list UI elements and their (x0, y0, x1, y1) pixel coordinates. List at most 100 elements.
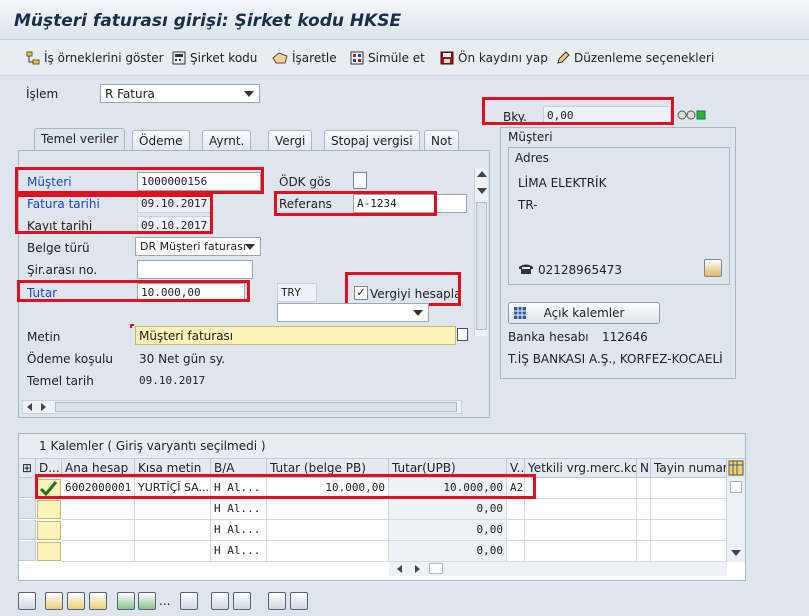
row-selector[interactable] (19, 541, 36, 561)
cell-n[interactable] (637, 541, 651, 562)
cell-ana-hesap[interactable] (62, 499, 135, 520)
cell-yetkili[interactable] (525, 499, 637, 520)
select-block-icon[interactable] (89, 592, 107, 610)
customer-phone: 02128965473 (538, 263, 622, 277)
scroll-left-icon[interactable] (397, 565, 402, 573)
park-button[interactable]: Ön kaydını yap (440, 49, 548, 67)
col-header-yetkili[interactable]: Yetkili vrg.merc.kd (525, 459, 637, 478)
scroll-right-icon[interactable] (41, 403, 46, 411)
detail-icon[interactable] (18, 592, 36, 610)
editing-options-button[interactable]: Düzenleme seçenekleri (556, 49, 714, 67)
col-header-n[interactable]: N (637, 459, 651, 478)
cell-tayin[interactable] (651, 499, 727, 520)
cell-yetkili[interactable] (525, 541, 637, 562)
sort-icon[interactable] (180, 592, 198, 610)
highlight-musteri (15, 167, 264, 194)
paste-icon[interactable] (233, 592, 251, 610)
long-text-icon[interactable] (457, 328, 468, 341)
phone-icon (518, 263, 534, 275)
belge-turu-dropdown[interactable]: DR Müşteri faturası (135, 237, 261, 256)
more-icon[interactable]: ... (159, 592, 177, 610)
scroll-thumb[interactable] (730, 481, 742, 493)
tab-stopaj-vergisi[interactable]: Stopaj vergisi (324, 130, 420, 150)
cell-n[interactable] (637, 499, 651, 520)
highlight-vergiyi-hesapla (345, 272, 461, 306)
scroll-thumb[interactable] (476, 202, 487, 330)
metin-input[interactable]: Müşteri faturası (135, 326, 456, 345)
cell-n[interactable] (637, 478, 651, 499)
cell-tayin[interactable] (651, 520, 727, 541)
tree-icon (26, 51, 40, 65)
tax-code-dropdown[interactable] (277, 303, 429, 322)
cell-kisa-metin[interactable] (135, 520, 211, 541)
scroll-left-icon[interactable] (27, 403, 32, 411)
mark-button[interactable]: İşaretle (272, 49, 337, 67)
scroll-thumb[interactable] (429, 563, 443, 574)
col-header-tayin[interactable]: Tayin numarası (651, 459, 727, 478)
row-selector[interactable] (19, 478, 36, 498)
row-selector[interactable] (19, 499, 36, 519)
cell-tutar-belge[interactable] (267, 499, 389, 520)
cell-tutar-belge[interactable] (267, 520, 389, 541)
tab-odeme[interactable]: Ödeme (132, 130, 190, 150)
islem-dropdown[interactable]: R Fatura (100, 84, 260, 103)
cell-kisa-metin[interactable] (135, 541, 211, 562)
address-detail-icon[interactable] (704, 259, 722, 277)
scroll-down-icon[interactable] (477, 188, 487, 194)
open-items-button[interactable]: Açık kalemler (508, 302, 660, 324)
cell-yetkili[interactable] (525, 520, 637, 541)
company-code-button[interactable]: Şirket kodu (172, 49, 257, 67)
simulate-button[interactable]: Simüle et (350, 49, 425, 67)
cell-v[interactable] (507, 541, 525, 562)
cell-ana-hesap[interactable] (62, 541, 135, 562)
cell-yetkili[interactable] (525, 478, 637, 499)
cell-tutar-belge[interactable] (267, 541, 389, 562)
cell-v[interactable] (507, 520, 525, 541)
deselect-all-icon[interactable] (67, 592, 85, 610)
print-icon[interactable] (268, 592, 286, 610)
items-table-title: 1 Kalemler ( Giriş varyantı seçilmedi ) (39, 439, 266, 453)
tab-temel-veriler[interactable]: Temel veriler (34, 128, 126, 151)
cell-tayin[interactable] (651, 478, 727, 499)
cell-v[interactable] (507, 499, 525, 520)
filter-icon[interactable] (290, 592, 308, 610)
show-workitems-button[interactable]: İş örneklerini göster (26, 49, 164, 67)
scroll-thumb[interactable] (55, 402, 457, 412)
focus-marker (130, 324, 134, 328)
cell-ba[interactable]: H Al... (211, 520, 267, 541)
tab-ayrnt[interactable]: Ayrnt. (202, 130, 252, 150)
cell-n[interactable] (637, 520, 651, 541)
row-selector[interactable] (19, 520, 36, 540)
show-workitems-label: İş örneklerini göster (44, 51, 164, 65)
cell-ba[interactable]: H Al... (211, 499, 267, 520)
form-horizontal-scrollbar[interactable] (22, 400, 462, 414)
copy-icon[interactable] (211, 592, 229, 610)
tab-not[interactable]: Not (424, 130, 460, 150)
scroll-up-icon[interactable] (477, 171, 487, 177)
cell-ana-hesap[interactable] (62, 520, 135, 541)
cell-ba[interactable]: H Al... (211, 541, 267, 562)
highlight-first-row (35, 474, 536, 499)
odk-checkbox[interactable] (353, 172, 367, 189)
table-icon (514, 307, 526, 319)
sir-arasi-input[interactable] (137, 260, 253, 279)
simulate-icon (350, 51, 364, 65)
table-horizontal-scrollbar[interactable] (389, 562, 727, 576)
delete-row-icon[interactable] (138, 592, 156, 610)
scroll-down-icon[interactable] (731, 550, 741, 556)
window-title: Müşteri faturası girişi: Şirket kodu HKS… (14, 11, 402, 31)
cell-kisa-metin[interactable] (135, 499, 211, 520)
table-settings-icon[interactable]: ⊞ (19, 459, 36, 478)
tab-vergi[interactable]: Vergi (268, 130, 313, 150)
form-vertical-scrollbar[interactable] (474, 168, 488, 336)
cell-tutar-upb: 0,00 (389, 499, 507, 520)
cell-tayin[interactable] (651, 541, 727, 562)
editing-options-label: Düzenleme seçenekleri (574, 51, 715, 65)
table-vertical-scrollbar[interactable] (727, 478, 745, 562)
select-all-icon[interactable] (45, 592, 63, 610)
scroll-right-icon[interactable] (415, 565, 420, 573)
column-config-icon[interactable] (727, 459, 745, 478)
insert-row-icon[interactable] (117, 592, 135, 610)
application-toolbar: İş örneklerini göster Şirket kodu İşaret… (0, 40, 809, 76)
open-items-label: Açık kalemler (543, 306, 625, 320)
